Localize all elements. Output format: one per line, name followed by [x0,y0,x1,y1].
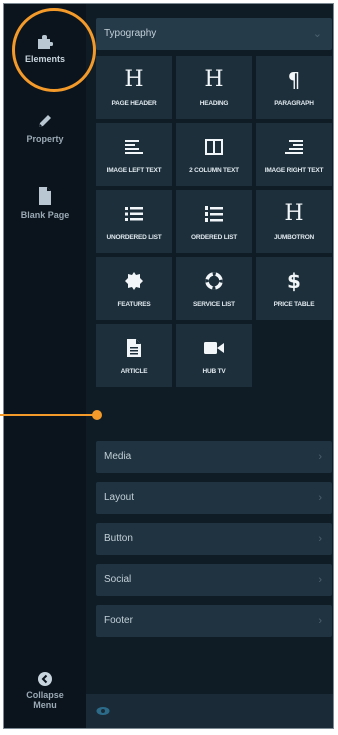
section-typography[interactable]: Typography ⌄ [96,18,332,50]
chevron-right-icon: › [318,533,322,545]
callout-dot [92,410,102,420]
heading-h-icon: H [204,67,224,92]
pencil-icon [39,115,51,127]
section-title: Social [104,574,132,585]
app-frame: Elements Property Blank Page Collapse Me… [3,3,334,729]
sidebar-item-property[interactable]: Property [4,112,86,145]
heading-h-icon: H [124,67,144,92]
chevron-right-icon: › [318,492,322,504]
tile-label: PRICE TABLE [273,301,315,308]
tile-label: IMAGE LEFT TEXT [106,167,162,174]
align-right-icon [256,135,332,159]
section-title: Typography [104,28,157,39]
tile-label: PARAGRAPH [274,100,314,107]
collapse-label-line1: Collapse [26,690,64,700]
tile-heading[interactable]: H HEADING [176,56,252,119]
paragraph-icon: ¶ [287,68,301,92]
chevron-right-icon: › [318,574,322,586]
section-footer[interactable]: Footer › [96,605,332,637]
section-social[interactable]: Social › [96,564,332,596]
tile-label: 2 COLUMN TEXT [189,167,239,174]
chevron-left-circle-icon [38,672,52,686]
sidebar: Elements Property Blank Page Collapse Me… [4,4,86,728]
columns-icon [176,135,252,159]
tile-jumbotron[interactable]: H JUMBOTRON [256,190,332,253]
section-title: Button [104,533,133,544]
tile-price-table[interactable]: $ PRICE TABLE [256,257,332,320]
tile-article[interactable]: ARTICLE [96,324,172,387]
tile-label: ORDERED LIST [191,234,237,241]
collapse-menu-button[interactable]: Collapse Menu [4,672,86,710]
badge-icon [96,269,172,293]
chevron-right-icon: › [318,615,322,627]
tile-label: UNORDERED LIST [106,234,162,241]
tile-label: JUMBOTRON [273,234,315,241]
tile-label: ARTICLE [120,368,148,375]
tile-2-column-text[interactable]: 2 COLUMN TEXT [176,123,252,186]
tile-ordered-list[interactable]: ORDERED LIST [176,190,252,253]
tile-label: HUB TV [202,368,226,375]
sidebar-item-elements[interactable]: Elements [4,34,86,65]
sidebar-item-blank-page[interactable]: Blank Page [4,186,86,221]
align-left-icon [96,135,172,159]
tile-image-left-text[interactable]: IMAGE LEFT TEXT [96,123,172,186]
sidebar-item-label: Blank Page [20,210,70,220]
eye-icon[interactable] [96,706,110,716]
tile-label: HEADING [199,100,229,107]
section-title: Layout [104,492,135,503]
section-media[interactable]: Media › [96,441,332,473]
tile-label: SERVICE LIST [193,301,235,308]
bullet-list-icon [96,202,172,226]
chevron-down-icon: ⌄ [312,28,322,40]
collapse-label-line2: Menu [33,700,57,710]
section-title: Footer [104,615,133,626]
tile-label: FEATURES [117,301,151,308]
dollar-icon: $ [287,269,301,293]
tile-hub-tv[interactable]: HUB TV [176,324,252,387]
tile-service-list[interactable]: SERVICE LIST [176,257,252,320]
tile-unordered-list[interactable]: UNORDERED LIST [96,190,172,253]
section-title: Media [104,451,132,462]
lifebuoy-icon [176,269,252,293]
bottom-bar [86,694,333,728]
tile-image-right-text[interactable]: IMAGE RIGHT TEXT [256,123,332,186]
document-icon [96,336,172,360]
heading-h-icon: H [284,201,304,226]
sidebar-item-label: Elements [24,54,66,64]
sidebar-item-label: Property [26,134,64,144]
tile-label: PAGE HEADER [111,100,157,107]
tile-paragraph[interactable]: ¶ PARAGRAPH [256,56,332,119]
tile-page-header[interactable]: H PAGE HEADER [96,56,172,119]
ordered-list-icon [176,202,252,226]
section-layout[interactable]: Layout › [96,482,332,514]
tile-label: IMAGE RIGHT TEXT [264,167,324,174]
page-icon [39,187,51,205]
callout-line [0,414,96,416]
puzzle-icon [38,35,53,49]
chevron-right-icon: › [318,451,322,463]
section-button[interactable]: Button › [96,523,332,555]
video-camera-icon [176,336,252,360]
tile-features[interactable]: FEATURES [96,257,172,320]
